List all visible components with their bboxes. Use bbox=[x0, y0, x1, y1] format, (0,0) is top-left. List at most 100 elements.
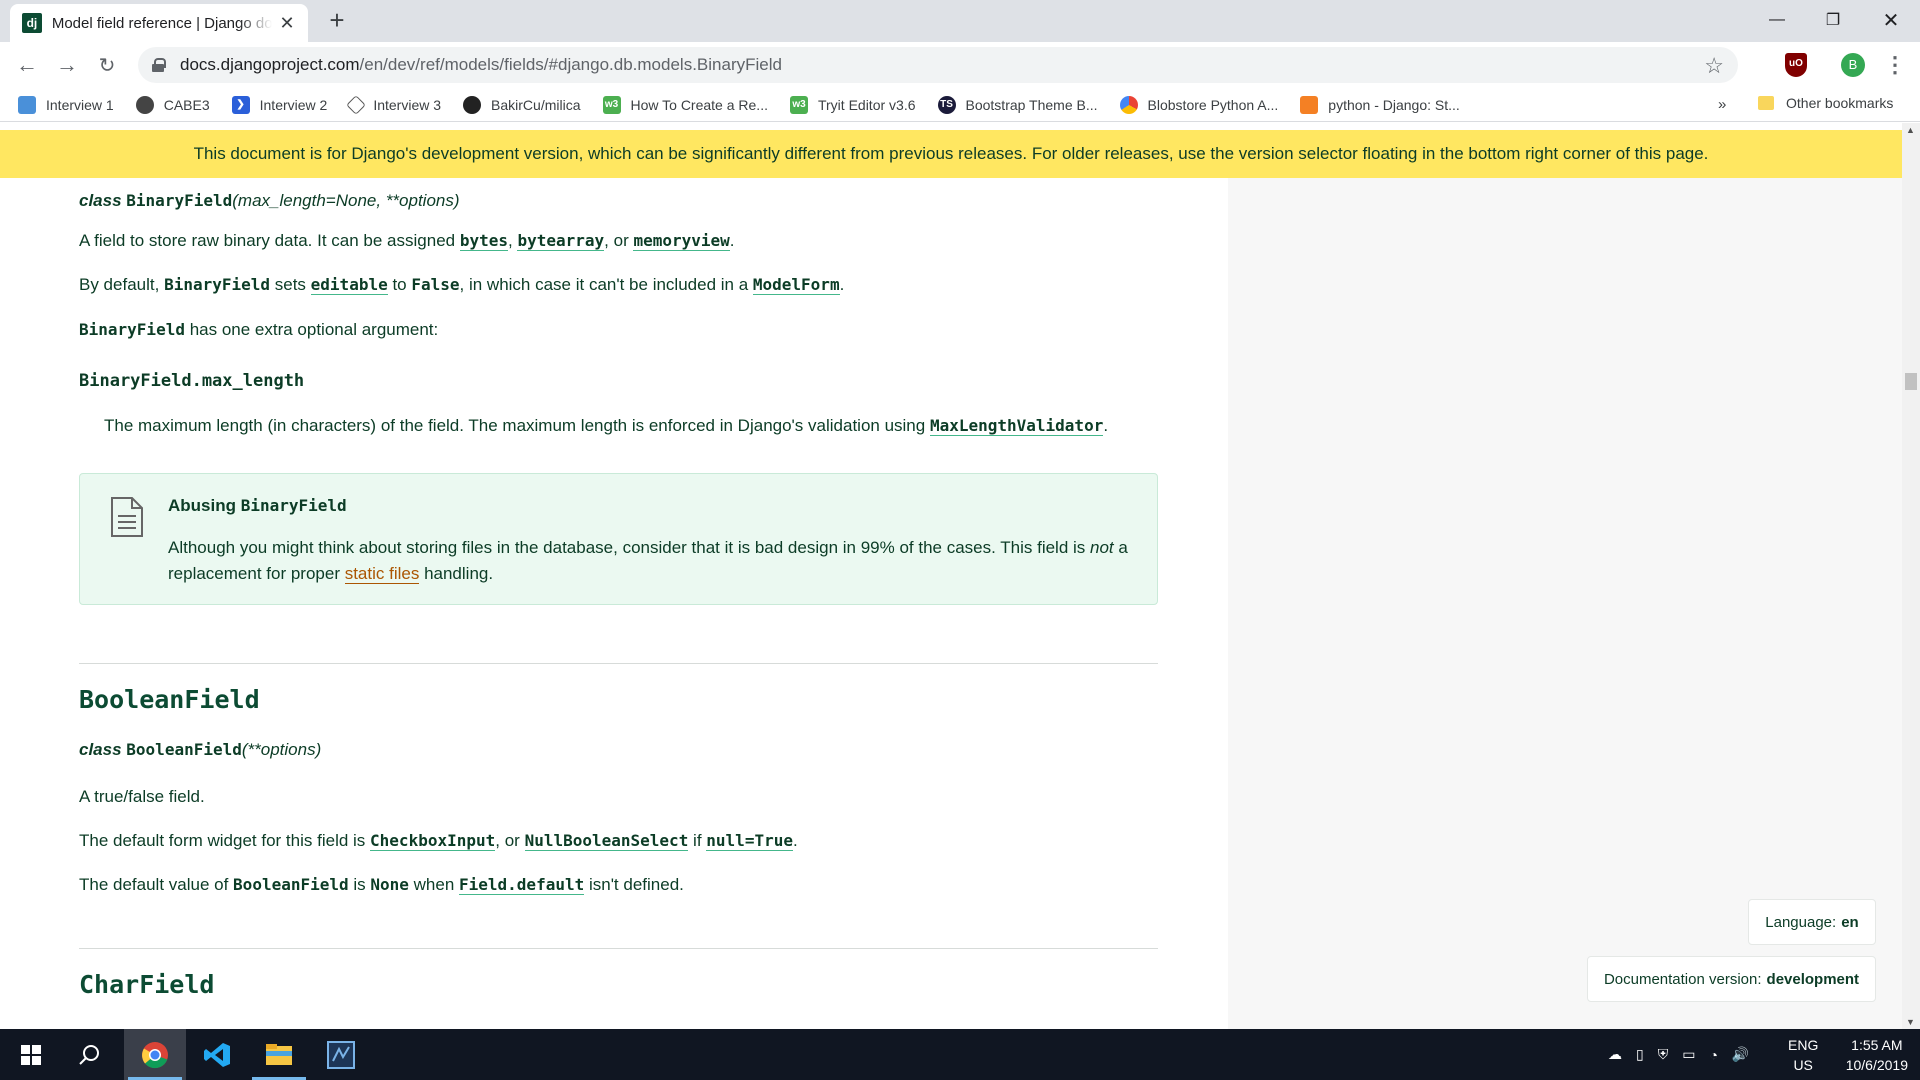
reload-button[interactable]: ↻ bbox=[92, 50, 122, 80]
scroll-down-icon[interactable]: ▼ bbox=[1906, 1017, 1915, 1027]
checkboxinput-link[interactable]: CheckboxInput bbox=[370, 831, 496, 851]
bookmarks-bar: Interview 1 CABE3 ❯ Interview 2 Interview… bbox=[0, 88, 1920, 122]
file-explorer-taskbar-button[interactable] bbox=[248, 1029, 310, 1080]
bytearray-link[interactable]: bytearray bbox=[517, 231, 605, 251]
booleanfield-widget-desc: The default form widget for this field i… bbox=[79, 831, 798, 851]
folder-icon bbox=[1758, 96, 1774, 110]
bytes-link[interactable]: bytes bbox=[459, 231, 509, 251]
globe-icon bbox=[135, 95, 154, 114]
battery-icon[interactable]: ▭ bbox=[1682, 1046, 1695, 1063]
back-button[interactable]: ← bbox=[12, 50, 42, 80]
github-icon bbox=[463, 95, 482, 114]
close-window-button[interactable]: ✕ bbox=[1863, 0, 1919, 40]
address-bar[interactable]: docs.djangoproject.com/en/dev/ref/models… bbox=[138, 47, 1738, 83]
browser-tab-active[interactable]: dj Model field reference | Django docume… bbox=[10, 4, 308, 42]
minimize-button[interactable]: — bbox=[1749, 0, 1805, 40]
start-button[interactable] bbox=[0, 1029, 62, 1080]
page-viewport: This document is for Django's developmen… bbox=[0, 123, 1902, 1029]
scroll-thumb[interactable] bbox=[1905, 373, 1917, 390]
language-selector[interactable]: Language: en bbox=[1748, 899, 1876, 945]
bookmark-item[interactable]: w3 Tryit Editor v3.6 bbox=[789, 95, 916, 114]
usb-icon[interactable]: ▯ bbox=[1636, 1046, 1644, 1063]
restore-button[interactable]: ❐ bbox=[1805, 0, 1861, 40]
binaryfield-extra-arg: BinaryField has one extra optional argum… bbox=[79, 320, 439, 339]
memoryview-link[interactable]: memoryview bbox=[633, 231, 730, 251]
nullbooleanselect-link[interactable]: NullBooleanSelect bbox=[524, 831, 689, 851]
bookmark-star-icon[interactable]: ☆ bbox=[1704, 53, 1724, 79]
system-clock[interactable]: 1:55 AM 10/6/2019 bbox=[1846, 1035, 1908, 1075]
tab-strip: dj Model field reference | Django docume… bbox=[0, 0, 1920, 42]
system-tray: ☁ ▯ ⛨ ▭ ◔ 🔊 bbox=[1608, 1029, 1749, 1080]
django-favicon-icon: dj bbox=[22, 13, 42, 33]
max-length-attribute: BinaryField.max_length bbox=[79, 371, 305, 391]
charfield-heading: CharField bbox=[79, 970, 215, 999]
windows-logo-icon bbox=[21, 1044, 41, 1065]
tab-title: Model field reference | Django documenta… bbox=[51, 14, 273, 32]
admonition-note: Abusing BinaryField Although you might t… bbox=[79, 473, 1158, 605]
cloud-icon bbox=[1119, 95, 1138, 114]
close-tab-icon[interactable]: ✕ bbox=[278, 13, 296, 34]
volume-icon[interactable]: 🔊 bbox=[1732, 1046, 1749, 1063]
binaryfield-signature: class BinaryField(max_length=None, **opt… bbox=[79, 191, 460, 210]
field-default-link[interactable]: Field.default bbox=[459, 875, 585, 895]
search-button[interactable] bbox=[58, 1029, 120, 1080]
bookmark-item[interactable]: Interview 1 bbox=[18, 95, 114, 114]
section-divider bbox=[79, 948, 1158, 949]
booleanfield-desc: A true/false field. bbox=[79, 787, 205, 806]
interview-icon bbox=[18, 95, 36, 114]
forward-button[interactable]: → bbox=[52, 50, 82, 80]
chrome-taskbar-button[interactable] bbox=[124, 1029, 186, 1080]
bookmark-item[interactable]: ❯ Interview 2 bbox=[231, 95, 327, 114]
section-divider bbox=[79, 663, 1158, 664]
profile-avatar[interactable]: B bbox=[1841, 53, 1865, 77]
interview-icon: ❯ bbox=[231, 95, 250, 114]
note-title: Abusing BinaryField bbox=[168, 496, 347, 515]
url-text: docs.djangoproject.com/en/dev/ref/models… bbox=[180, 55, 782, 74]
w3-icon: w3 bbox=[789, 95, 808, 114]
scroll-up-icon[interactable]: ▲ bbox=[1906, 125, 1915, 135]
page-scrollbar[interactable]: ▲ ▼ bbox=[1902, 123, 1920, 1029]
bookmark-item[interactable]: Blobstore Python A... bbox=[1119, 95, 1278, 114]
document-icon bbox=[111, 497, 143, 537]
windows-taskbar: ☁ ▯ ⛨ ▭ ◔ 🔊 ENG US 1:55 AM 10/6/2019 bbox=[0, 1029, 1920, 1080]
diamond-icon bbox=[346, 94, 367, 115]
binaryfield-default-desc: By default, BinaryField sets editable to… bbox=[79, 275, 845, 295]
ts-icon: TS bbox=[937, 95, 956, 114]
max-length-desc: The maximum length (in characters) of th… bbox=[104, 416, 1109, 436]
vscode-icon bbox=[204, 1042, 230, 1067]
stackoverflow-icon bbox=[1300, 95, 1319, 114]
note-body: Although you might think about storing f… bbox=[168, 538, 1128, 584]
bookmark-item[interactable]: w3 How To Create a Re... bbox=[602, 95, 768, 114]
vscode-taskbar-button[interactable] bbox=[186, 1029, 248, 1080]
bookmark-item[interactable]: BakirCu/milica bbox=[463, 95, 581, 114]
app-taskbar-button[interactable] bbox=[310, 1029, 372, 1080]
bookmarks-overflow-button[interactable]: » bbox=[1718, 96, 1726, 113]
folder-icon bbox=[266, 1043, 292, 1065]
other-bookmarks-folder[interactable]: Other bookmarks bbox=[1758, 95, 1893, 111]
null-link[interactable]: null=True bbox=[706, 831, 793, 851]
dev-version-banner: This document is for Django's developmen… bbox=[0, 130, 1902, 178]
pycharm-icon bbox=[327, 1040, 355, 1069]
ublock-extension-icon[interactable]: uO bbox=[1785, 53, 1807, 77]
security-shield-icon[interactable]: ⛨ bbox=[1658, 1046, 1669, 1063]
booleanfield-signature: class BooleanField(**options) bbox=[79, 740, 322, 759]
onedrive-icon[interactable]: ☁ bbox=[1608, 1046, 1622, 1063]
bookmark-item[interactable]: CABE3 bbox=[135, 95, 210, 114]
maxlengthvalidator-link[interactable]: MaxLengthValidator bbox=[929, 416, 1104, 436]
browser-menu-icon[interactable]: ⋮ bbox=[1884, 52, 1906, 78]
booleanfield-default-desc: The default value of BooleanField is Non… bbox=[79, 875, 684, 895]
search-icon bbox=[79, 1044, 99, 1065]
bookmark-item[interactable]: python - Django: St... bbox=[1300, 95, 1460, 114]
version-selector[interactable]: Documentation version: development bbox=[1587, 956, 1876, 1002]
new-tab-button[interactable]: + bbox=[322, 6, 352, 36]
wifi-icon[interactable]: ◔ bbox=[1709, 1047, 1717, 1063]
browser-toolbar: ← → ↻ docs.djangoproject.com/en/dev/ref/… bbox=[0, 42, 1920, 88]
booleanfield-heading: BooleanField bbox=[79, 685, 260, 714]
bookmark-item[interactable]: Interview 3 bbox=[346, 94, 441, 115]
editable-link[interactable]: editable bbox=[310, 275, 388, 295]
static-files-link[interactable]: static files bbox=[344, 564, 420, 584]
chrome-icon bbox=[142, 1041, 168, 1068]
input-language[interactable]: ENG US bbox=[1788, 1035, 1818, 1075]
modelform-link[interactable]: ModelForm bbox=[752, 275, 840, 295]
bookmark-item[interactable]: TS Bootstrap Theme B... bbox=[937, 95, 1098, 114]
